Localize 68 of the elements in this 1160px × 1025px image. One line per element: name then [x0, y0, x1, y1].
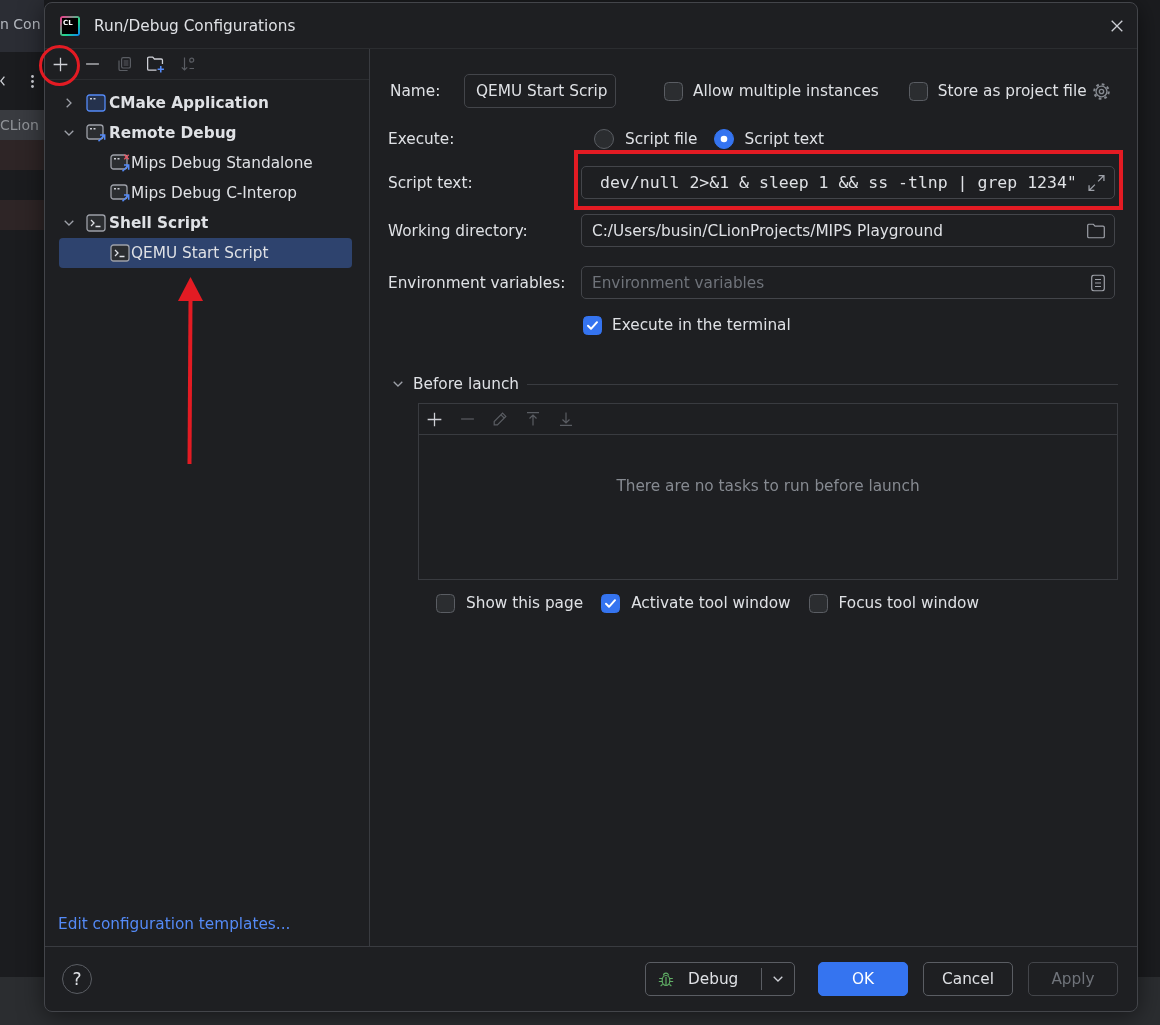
- section-title: Before launch: [413, 375, 519, 393]
- field-label: Script text:: [388, 173, 473, 192]
- terminal-icon: [110, 244, 130, 262]
- document-icon[interactable]: [1091, 274, 1105, 291]
- chevron-left-icon[interactable]: [0, 76, 5, 86]
- sort-icon: [181, 57, 195, 71]
- chevron-down-icon[interactable]: [393, 381, 403, 387]
- checkbox-label: Show this page: [466, 594, 584, 612]
- gear-icon[interactable]: [1092, 82, 1110, 100]
- close-icon: [1111, 19, 1123, 32]
- chevron-down-icon[interactable]: [64, 220, 74, 226]
- checkbox-label: Allow multiple instances: [693, 82, 879, 100]
- radio-label: Script text: [744, 130, 824, 148]
- directory-field[interactable]: C:/Users/busin/CLionProjects/MIPS Playground: [581, 214, 1115, 247]
- pencil-icon: [493, 412, 507, 426]
- checkbox-label: Execute in the terminal: [612, 316, 791, 334]
- caret-icon: [773, 976, 783, 982]
- plus-icon: [426, 411, 442, 427]
- arrow-up-icon: [526, 412, 540, 426]
- bug-icon: [658, 971, 674, 987]
- templates-link[interactable]: Edit configuration templates...: [58, 915, 291, 933]
- copy-icon: [117, 57, 131, 71]
- tree-item[interactable]: Shell Script: [59, 208, 352, 238]
- plus-icon: [52, 56, 68, 72]
- minus-icon: [459, 418, 475, 420]
- field-label: Environment variables:: [388, 273, 566, 292]
- field-label: Name:: [390, 82, 441, 100]
- folder-plus-icon: [147, 55, 165, 73]
- name-field[interactable]: QEMU Start Scrip: [464, 74, 616, 108]
- more-icon[interactable]: [31, 74, 34, 88]
- dialog-button[interactable]: Cancel: [923, 962, 1013, 996]
- checkbox[interactable]: [664, 81, 683, 101]
- highlight-circle: [39, 45, 80, 86]
- tree-item[interactable]: Remote Debug: [59, 118, 352, 148]
- field-label: Execute:: [388, 130, 455, 148]
- checkbox[interactable]: [808, 593, 828, 613]
- terminal-icon: [86, 214, 106, 232]
- tree-item[interactable]: Mips Debug C-Interop: [59, 178, 352, 208]
- radio-button[interactable]: [594, 129, 614, 149]
- dialog-button[interactable]: OK: [818, 962, 908, 996]
- folder-icon[interactable]: [1087, 223, 1105, 238]
- chevron-down-icon[interactable]: [64, 130, 74, 136]
- arrow-down-icon: [559, 412, 573, 426]
- window-title-text: n Con: [0, 16, 41, 32]
- checkbox-label: Store as project file: [937, 82, 1087, 100]
- window-arrow-cross-icon: [110, 154, 130, 172]
- checkbox[interactable]: [601, 593, 621, 613]
- environment-field[interactable]: Environment variables: [581, 266, 1115, 299]
- checkbox[interactable]: [908, 81, 928, 101]
- window-icon: [86, 94, 106, 112]
- tree-item[interactable]: CMake Application: [59, 88, 352, 118]
- debug-button[interactable]: Debug: [646, 963, 761, 995]
- chevron-right-icon[interactable]: [66, 98, 72, 108]
- window-title: Run/Debug Configurations: [94, 16, 296, 35]
- field-label: Working directory:: [388, 221, 528, 240]
- project-name: CLion: [0, 117, 39, 133]
- checkbox-label: Activate tool window: [631, 594, 791, 612]
- script-text-field[interactable]: dev/null 2>&1 & sleep 1 && ss -tlnp | grep 1234": [581, 166, 1115, 199]
- checkbox-label: Focus tool window: [838, 594, 979, 612]
- expand-icon[interactable]: [1088, 174, 1105, 191]
- radio-label: Script file: [625, 130, 698, 148]
- empty-message: There are no tasks to run before launch: [616, 477, 920, 495]
- minus-icon: [84, 63, 100, 65]
- tree-item[interactable]: Mips Debug Standalone: [59, 148, 352, 178]
- checkbox[interactable]: [583, 315, 602, 335]
- tree-item[interactable]: QEMU Start Script: [59, 238, 352, 268]
- radio-button[interactable]: [713, 129, 734, 149]
- checkbox[interactable]: [436, 593, 455, 613]
